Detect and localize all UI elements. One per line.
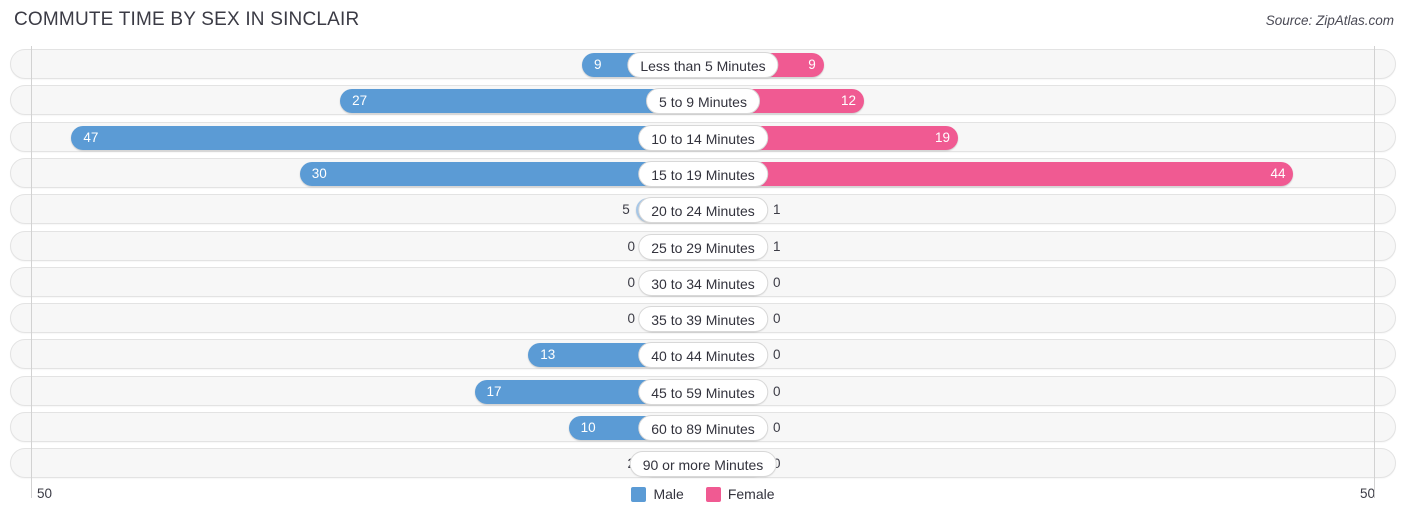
value-label-female: 19: [934, 129, 950, 145]
row-content: 30 44 15 to 19 Minutes: [11, 159, 1395, 187]
table-row[interactable]: 13 0 40 to 44 Minutes: [10, 339, 1396, 370]
table-row[interactable]: 17 0 45 to 59 Minutes: [10, 375, 1396, 406]
legend-item-male[interactable]: Male: [631, 486, 684, 502]
value-label-male: 5: [622, 202, 630, 218]
legend-swatch-female-icon: [705, 486, 721, 502]
table-row[interactable]: 0 0 30 to 34 Minutes: [10, 266, 1396, 297]
value-label-male: 0: [627, 311, 635, 327]
bar-male[interactable]: [71, 125, 703, 150]
plot-area: 9 9 Less than 5 Minutes 27 12 5 to 9 Minutes 4…: [0, 46, 1406, 498]
legend-swatch-male-icon: [631, 486, 647, 502]
chart-legend: Male Female: [0, 486, 1406, 502]
table-row[interactable]: 47 19 10 to 14 Minutes: [10, 121, 1396, 152]
table-row[interactable]: 10 0 60 to 89 Minutes: [10, 412, 1396, 442]
category-label: 60 to 89 Minutes: [638, 415, 768, 441]
axis-line-right: [1374, 46, 1375, 498]
bar-female[interactable]: [703, 161, 1294, 186]
category-label: 10 to 14 Minutes: [638, 124, 768, 151]
table-row[interactable]: 27 12 5 to 9 Minutes: [10, 85, 1396, 116]
row-content: 10 0 60 to 89 Minutes: [11, 413, 1395, 441]
row-content: 27 12 5 to 9 Minutes: [11, 86, 1395, 115]
value-label-female: 0: [773, 347, 781, 363]
value-label-female: 44: [1270, 165, 1286, 181]
row-content: 13 0 40 to 44 Minutes: [11, 340, 1395, 369]
category-label: 35 to 39 Minutes: [638, 306, 768, 333]
category-label: 45 to 59 Minutes: [638, 378, 768, 405]
category-label: Less than 5 Minutes: [627, 52, 779, 78]
value-label-female: 1: [773, 202, 781, 218]
value-label-male: 0: [627, 274, 635, 290]
table-row[interactable]: 5 1 20 to 24 Minutes: [10, 194, 1396, 225]
category-label: 20 to 24 Minutes: [638, 197, 768, 224]
value-label-female: 9: [808, 57, 816, 72]
value-label-female: 0: [773, 311, 781, 327]
value-label-male: 17: [486, 383, 502, 399]
value-label-female: 1: [773, 238, 781, 254]
table-row[interactable]: 30 44 15 to 19 Minutes: [10, 157, 1396, 188]
value-label-male: 27: [352, 93, 368, 109]
table-row[interactable]: 0 1 25 to 29 Minutes: [10, 230, 1396, 261]
value-label-female: 0: [773, 383, 781, 399]
value-label-male: 13: [540, 347, 556, 363]
axis-line-left: [31, 46, 32, 498]
table-row[interactable]: 2090 or more Minutes: [10, 448, 1396, 479]
category-label: 90 or more Minutes: [629, 451, 777, 478]
page-title: COMMUTE TIME BY SEX IN SINCLAIR: [14, 9, 360, 30]
category-label: 15 to 19 Minutes: [638, 160, 768, 187]
row-content: 17 0 45 to 59 Minutes: [11, 377, 1395, 405]
value-label-female: 0: [773, 274, 781, 290]
legend-label-male: Male: [653, 486, 684, 502]
value-label-female: 12: [841, 93, 857, 109]
row-content: 5 1 20 to 24 Minutes: [11, 195, 1395, 224]
chart-container: COMMUTE TIME BY SEX IN SINCLAIR Source: …: [0, 0, 1406, 522]
value-label-male: 10: [580, 420, 596, 435]
row-content: 0 0 35 to 39 Minutes: [11, 304, 1395, 333]
value-label-male: 9: [594, 57, 602, 72]
chart-footer: 50 50 Male Female: [0, 484, 1406, 522]
category-label: 30 to 34 Minutes: [638, 269, 768, 296]
value-label-male: 30: [311, 165, 327, 181]
legend-item-female[interactable]: Female: [705, 486, 775, 502]
legend-label-female: Female: [727, 486, 775, 502]
table-row[interactable]: 9 9 Less than 5 Minutes: [10, 49, 1396, 79]
row-content: 2090 or more Minutes: [11, 449, 1395, 478]
table-row[interactable]: 0 0 35 to 39 Minutes: [10, 303, 1396, 334]
value-label-female: 0: [773, 420, 781, 435]
row-content: 9 9 Less than 5 Minutes: [11, 50, 1395, 78]
row-content: 0 1 25 to 29 Minutes: [11, 232, 1395, 260]
category-label: 40 to 44 Minutes: [638, 342, 768, 369]
category-label: 25 to 29 Minutes: [638, 233, 768, 260]
category-label: 5 to 9 Minutes: [646, 88, 760, 115]
row-content: 0 0 30 to 34 Minutes: [11, 268, 1395, 296]
value-label-male: 47: [83, 129, 99, 145]
row-content: 47 19 10 to 14 Minutes: [11, 123, 1395, 151]
chart-header: COMMUTE TIME BY SEX IN SINCLAIR Source: …: [0, 0, 1406, 44]
value-label-male: 0: [627, 238, 635, 254]
source-attribution: Source: ZipAtlas.com: [1265, 13, 1394, 28]
